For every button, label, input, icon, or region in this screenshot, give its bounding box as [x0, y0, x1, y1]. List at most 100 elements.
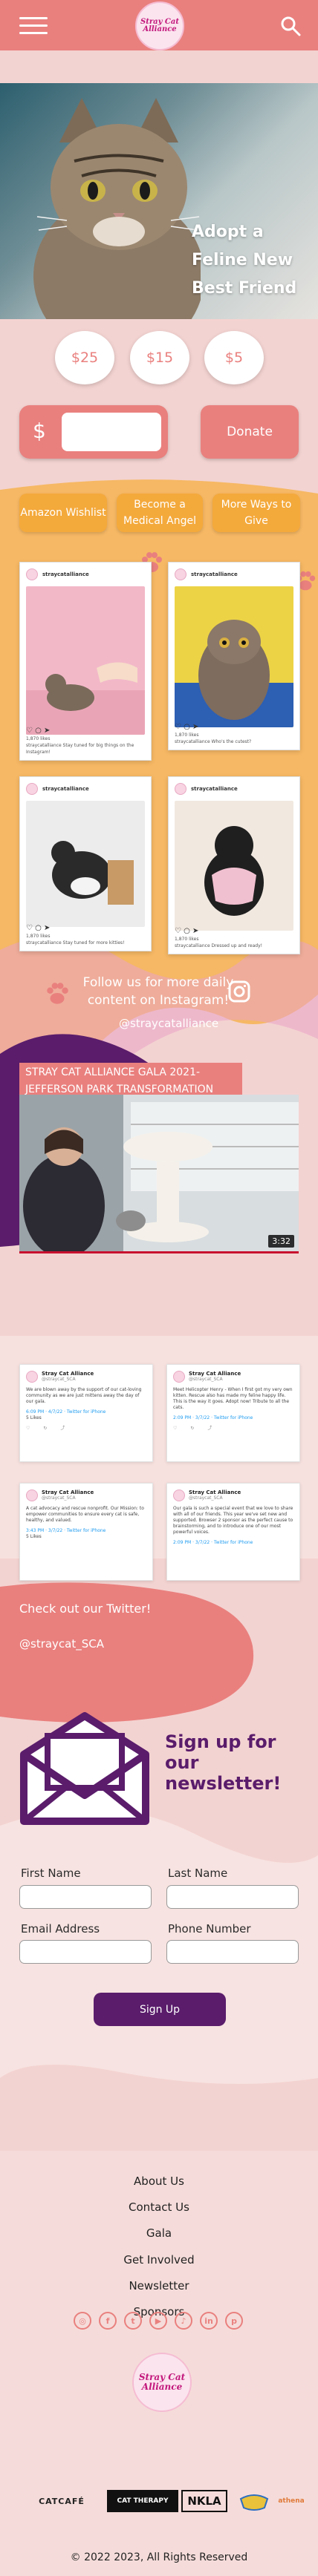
tweet-meta: 3:43 PM · 3/7/22 · Twitter for iPhone	[26, 1528, 106, 1533]
paw-icon	[47, 983, 68, 1004]
tweet-author: Stray Cat Alliance	[42, 1489, 94, 1495]
envelope-icon	[20, 1712, 149, 1825]
email-field[interactable]	[19, 1940, 152, 1964]
tweet-body: Meet Helicopter Henry - When I first got…	[173, 1387, 293, 1410]
site-header: Stray Cat Alliance	[0, 0, 318, 50]
footer-link-newsletter[interactable]: Newsletter	[0, 2279, 318, 2292]
post-actions-icon[interactable]: ♡ ○ ➤	[175, 928, 293, 935]
post-account: straycatalliance	[191, 786, 238, 792]
cat-photo	[26, 801, 145, 927]
sign-up-button[interactable]: Sign Up	[94, 1993, 226, 2026]
sponsor-badge-logo[interactable]	[236, 2490, 272, 2512]
avatar	[175, 568, 186, 580]
post-footer: ♡ ○ ➤ 1,870 likes straycatalliance Dress…	[175, 928, 293, 949]
tweet-header: Stray Cat Alliance @straycat_SCA	[173, 1371, 293, 1383]
tweet-body: A cat advocacy and rescue nonprofit. Our…	[26, 1506, 144, 1523]
post-actions-icon[interactable]: ♡ ○ ➤	[26, 925, 145, 932]
tiktok-icon[interactable]: ♪	[175, 2312, 192, 2330]
custom-amount-field: $	[19, 405, 168, 459]
footer-link-contact[interactable]: Contact Us	[0, 2200, 318, 2214]
hero-headline: Adopt a Feline New Best Friend	[192, 218, 303, 303]
instagram-post[interactable]: straycatalliance ♡ ○ ➤ 1,870 likes stray…	[168, 776, 300, 954]
search-icon[interactable]	[279, 15, 302, 37]
post-footer: ♡ ○ ➤ 1,870 likes straycatalliance Stay …	[26, 727, 145, 756]
avatar	[173, 1489, 185, 1501]
hero-headline-line1: Adopt a	[192, 223, 264, 241]
tweet-actions-icon[interactable]: ♡↻⤴	[26, 1426, 146, 1432]
page: Stray Cat Alliance Adopt a Feline New Be…	[0, 0, 318, 2576]
header-logo[interactable]: Stray Cat Alliance	[135, 1, 184, 50]
instagram-post[interactable]: straycatalliance ♡ ○ ➤ 1,870 likes stray…	[168, 562, 300, 750]
tweet-header: Stray Cat Alliance @straycat_SCA	[26, 1489, 146, 1501]
sponsor-athena-logo[interactable]: athena	[275, 2490, 308, 2512]
linkedin-icon[interactable]: in	[200, 2312, 218, 2330]
instagram-post[interactable]: straycatalliance ♡ ○ ➤ 1,870 likes stray…	[19, 562, 152, 761]
post-actions-icon[interactable]: ♡ ○ ➤	[175, 724, 293, 731]
instagram-post[interactable]: straycatalliance ♡ ○ ➤ 1,870 likes stray…	[19, 776, 152, 951]
hero-headline-line3: Best Friend	[192, 279, 297, 298]
last-name-field[interactable]	[166, 1885, 299, 1909]
hero-headline-line2: Feline New	[192, 251, 293, 269]
tweet-author: Stray Cat Alliance	[189, 1489, 241, 1495]
twitter-handle-link[interactable]: @straycat_SCA	[19, 1637, 104, 1651]
video-thumbnail	[19, 1095, 299, 1253]
tweet-likes: 5 Likes	[26, 1534, 42, 1539]
cat-photo	[175, 801, 293, 931]
twitter-cta-text: Check out our Twitter!	[19, 1602, 152, 1616]
amount-25-button[interactable]: $25	[55, 331, 114, 384]
avatar	[26, 783, 38, 795]
facebook-icon[interactable]: f	[99, 2312, 117, 2330]
footer-link-about[interactable]: About Us	[0, 2174, 318, 2188]
tweet-actions-icon[interactable]: ♡↻⤴	[173, 1426, 293, 1432]
avatar	[26, 1489, 38, 1501]
twitter-icon[interactable]: t	[124, 2312, 142, 2330]
video-progress-bar[interactable]	[19, 1251, 299, 1253]
cat-photo	[175, 586, 293, 727]
hamburger-icon[interactable]	[19, 17, 48, 35]
post-account: straycatalliance	[42, 571, 89, 577]
hero-banner: Adopt a Feline New Best Friend	[0, 83, 318, 319]
header-band	[0, 50, 318, 83]
amount-15-button[interactable]: $15	[130, 331, 189, 384]
sponsor-catcafe-logo[interactable]: CATCAFÉ	[21, 2490, 103, 2512]
amount-5-button[interactable]: $5	[204, 331, 264, 384]
hero-cat-image	[33, 98, 201, 319]
cat-photo	[26, 586, 145, 735]
post-header: straycatalliance	[175, 783, 238, 795]
tweet-likes: 5 Likes	[26, 1415, 42, 1420]
sponsor-nkla-logo[interactable]: NKLA	[181, 2490, 227, 2512]
tweet-meta: 6:09 PM · 4/7/22 · Twitter for iPhone	[26, 1409, 106, 1415]
footer-logo[interactable]: Stray Cat Alliance	[132, 2353, 192, 2412]
instagram-icon[interactable]: ◎	[74, 2312, 91, 2330]
tweet-author: Stray Cat Alliance	[42, 1371, 94, 1377]
more-ways-button[interactable]: More Ways to Give	[212, 494, 300, 532]
phone-field[interactable]	[166, 1940, 299, 1964]
donate-button[interactable]: Donate	[201, 405, 299, 459]
post-caption: straycatalliance Dressed up and ready!	[175, 943, 263, 948]
copyright-text: © 2022 2023, All Rights Reserved	[70, 2552, 248, 2563]
tweet-card[interactable]: Stray Cat Alliance @straycat_SCA We are b…	[19, 1364, 153, 1462]
instagram-handle-link[interactable]: @straycatalliance	[119, 1017, 218, 1030]
amazon-wishlist-button[interactable]: Amazon Wishlist	[19, 494, 107, 532]
instagram-follow-text: Follow us for more daily content on Inst…	[82, 975, 234, 1008]
video-player[interactable]: 3:32	[19, 1095, 299, 1253]
footer-link-gala[interactable]: Gala	[0, 2226, 318, 2240]
tweet-handle: @straycat_SCA	[42, 1495, 76, 1501]
post-header: straycatalliance	[26, 783, 89, 795]
youtube-icon[interactable]: ▶	[149, 2312, 167, 2330]
tweet-card[interactable]: Stray Cat Alliance @straycat_SCA Meet Hel…	[166, 1364, 300, 1462]
tweet-header: Stray Cat Alliance @straycat_SCA	[173, 1489, 293, 1501]
post-footer: ♡ ○ ➤ 1,870 likes straycatalliance Who's…	[175, 724, 293, 745]
sponsor-cat-therapy-logo[interactable]: CAT THERAPY	[107, 2490, 178, 2512]
amount-input[interactable]	[62, 413, 161, 451]
first-name-field[interactable]	[19, 1885, 152, 1909]
instagram-icon[interactable]	[227, 980, 251, 1003]
tweet-card[interactable]: Stray Cat Alliance @straycat_SCA A cat ad…	[19, 1483, 153, 1581]
post-actions-icon[interactable]: ♡ ○ ➤	[26, 727, 145, 735]
phone-label: Phone Number	[168, 1922, 251, 1936]
medical-angel-button[interactable]: Become a Medical Angel	[117, 494, 203, 532]
tweet-card[interactable]: Stray Cat Alliance @straycat_SCA Our gala…	[166, 1483, 300, 1581]
tweet-author: Stray Cat Alliance	[189, 1371, 241, 1377]
pinterest-icon[interactable]: p	[225, 2312, 243, 2330]
footer-link-get-involved[interactable]: Get Involved	[0, 2253, 318, 2267]
